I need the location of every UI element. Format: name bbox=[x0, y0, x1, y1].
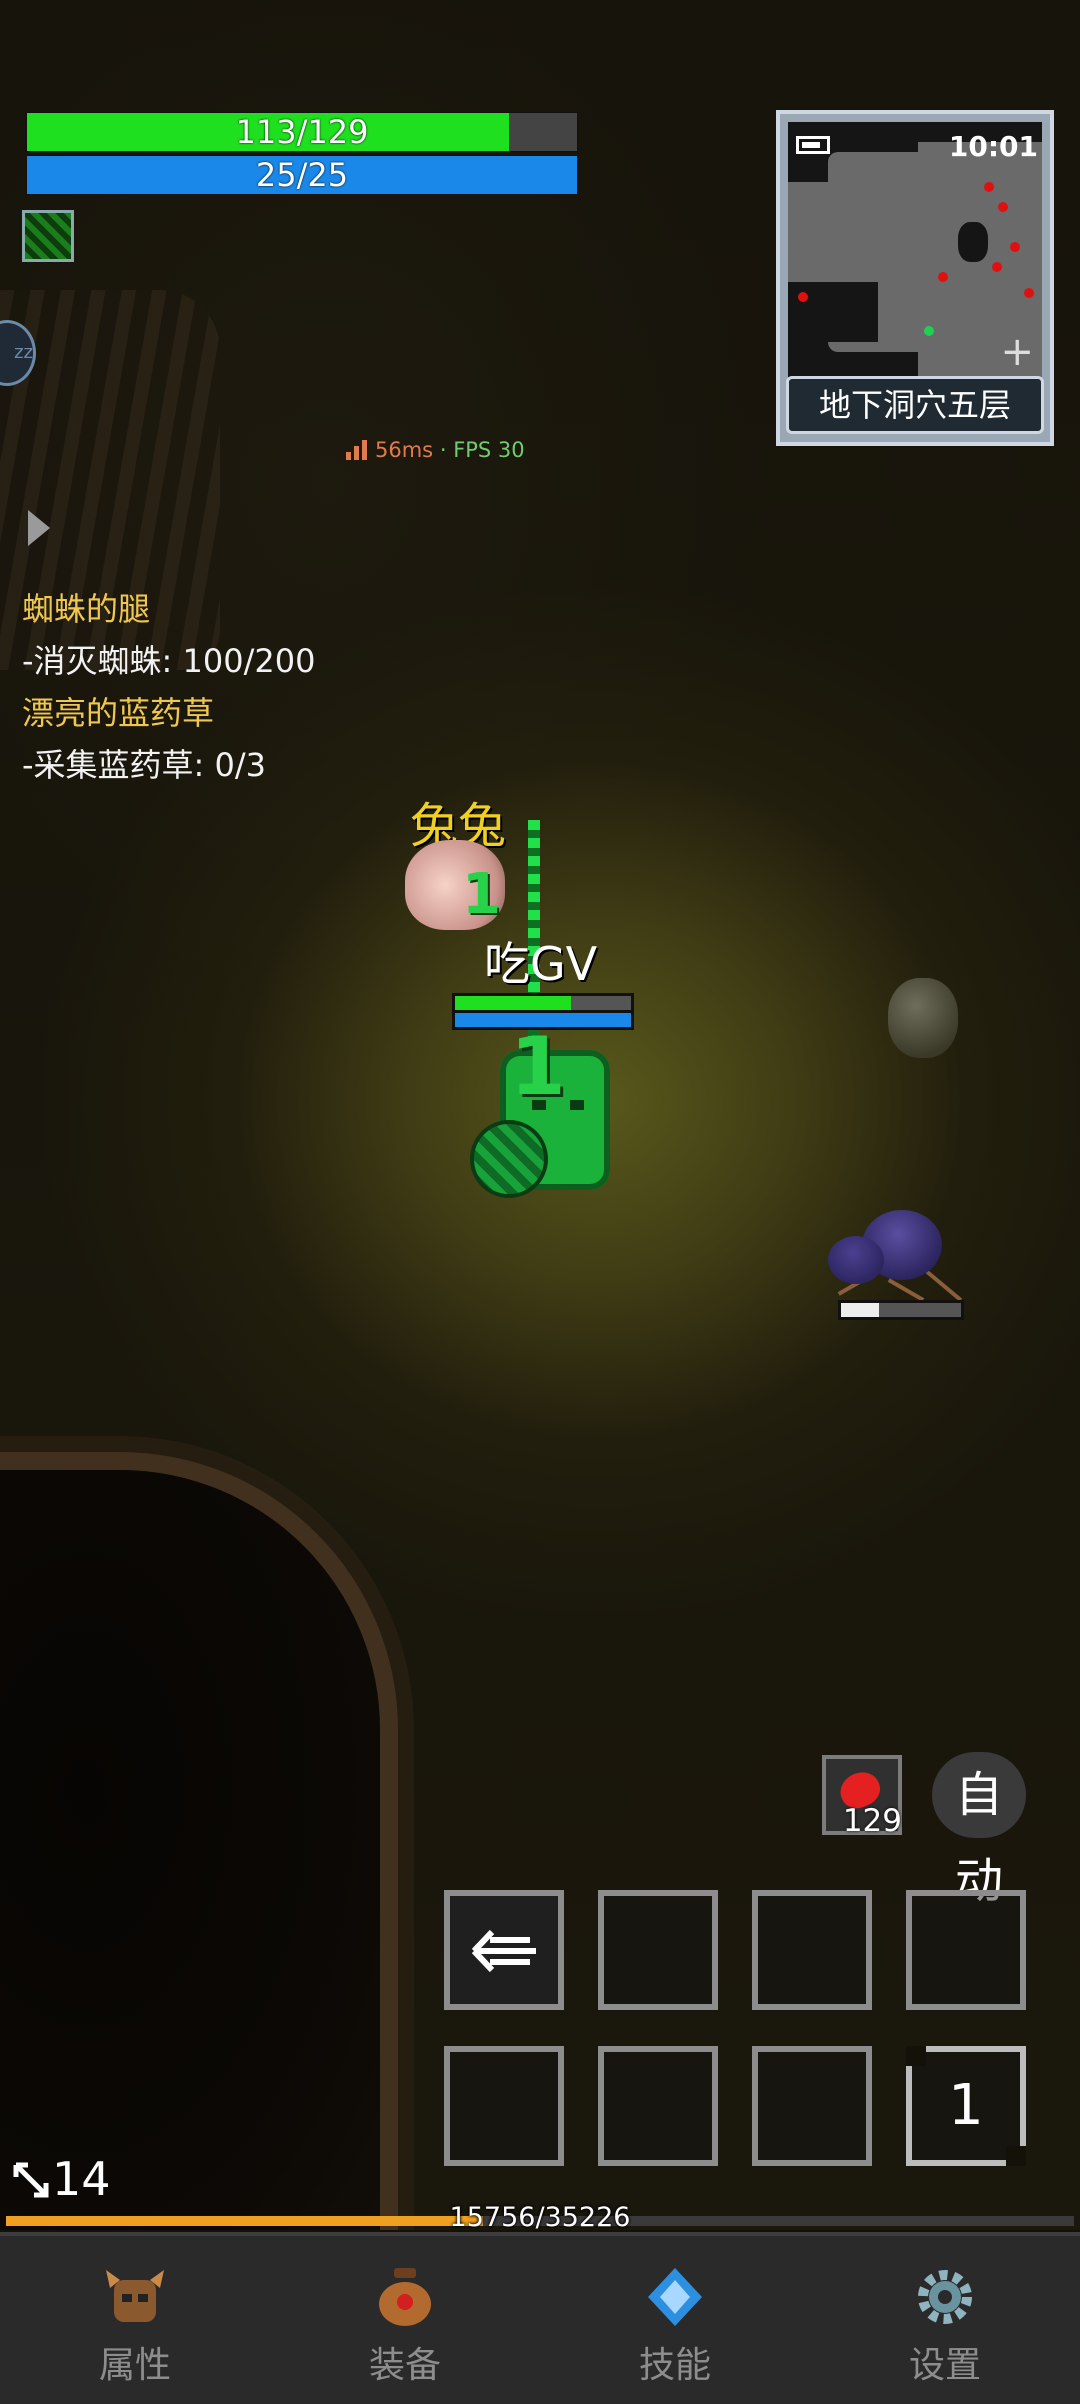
auto-button[interactable]: 自动 bbox=[932, 1752, 1026, 1909]
fps-value: FPS 30 bbox=[453, 438, 525, 462]
skill-slot-3[interactable] bbox=[752, 1890, 872, 2010]
ping-value: 56ms bbox=[375, 438, 434, 462]
player-mp-bar: 25/25 bbox=[26, 155, 578, 195]
xp-text: 15756/35226 bbox=[449, 2202, 631, 2233]
skill-slot-7[interactable] bbox=[752, 2046, 872, 2166]
minimap-zoom-icon[interactable]: + bbox=[1000, 332, 1034, 372]
clock: 10:01 bbox=[948, 130, 1038, 163]
hero-name: 吃GV bbox=[484, 937, 598, 991]
minimap-player-dot bbox=[924, 326, 934, 336]
skill-slot-4[interactable] bbox=[906, 1890, 1026, 2010]
skill-gem-icon bbox=[648, 2268, 702, 2326]
skill-slot-1[interactable] bbox=[444, 1890, 564, 2010]
nav-attributes[interactable]: 属性 bbox=[0, 2236, 270, 2404]
level-arrow-icon bbox=[13, 2162, 49, 2198]
nav-settings-label: 设置 bbox=[908, 2345, 981, 2386]
player-hp-text: 113/129 bbox=[235, 113, 369, 151]
spider-hp-fill bbox=[841, 1303, 880, 1317]
hero-eye-right bbox=[570, 1100, 584, 1110]
minimap-floor bbox=[788, 282, 878, 342]
quest-title-2[interactable]: 漂亮的蓝药草 bbox=[22, 688, 214, 734]
spider-leg bbox=[925, 1270, 963, 1302]
minimap-floor bbox=[958, 222, 988, 262]
ping-separator: · bbox=[439, 438, 447, 462]
minimap-enemy-dot bbox=[998, 202, 1008, 212]
skill-page-number: 1 bbox=[948, 2073, 984, 2138]
quest-task-2: -采集蓝药草: 0/3 bbox=[22, 746, 267, 784]
spider-head bbox=[828, 1236, 884, 1284]
damage-number-small: 1 bbox=[462, 862, 501, 927]
signal-icon bbox=[346, 440, 367, 460]
minimap-enemy-dot bbox=[938, 272, 948, 282]
minimap-enemy-dot bbox=[1024, 288, 1034, 298]
nav-equipment[interactable]: 装备 bbox=[270, 2236, 540, 2404]
damage-number-large: 1 bbox=[510, 1020, 566, 1113]
helmet-icon bbox=[106, 2270, 164, 2322]
player-level: 14 bbox=[12, 2152, 111, 2206]
spider-enemy[interactable] bbox=[826, 1210, 966, 1305]
battery-icon bbox=[796, 136, 830, 154]
quest-title-1[interactable]: 蜘蛛的腿 bbox=[22, 584, 150, 630]
nav-equipment-label: 装备 bbox=[368, 2345, 441, 2386]
hero-shield bbox=[470, 1120, 548, 1198]
location-name: 地下洞穴五层 bbox=[786, 376, 1044, 434]
minimap-enemy-dot bbox=[992, 262, 1002, 272]
spider-leg bbox=[887, 1278, 925, 1302]
cave-pit bbox=[0, 1470, 380, 2230]
minimap[interactable]: 10:01 + 地下洞穴五层 bbox=[776, 110, 1054, 446]
arrow-skill-icon bbox=[471, 1929, 536, 1973]
hero-hp-fill bbox=[455, 996, 572, 1010]
minimap-enemy-dot bbox=[798, 292, 808, 302]
bottom-nav: 属性 装备 技能 设置 bbox=[0, 2232, 1080, 2404]
bag-icon bbox=[379, 2268, 431, 2326]
skill-slot-2[interactable] bbox=[598, 1890, 718, 2010]
nav-skills[interactable]: 技能 bbox=[540, 2236, 810, 2404]
spider-hp-bar bbox=[838, 1300, 964, 1320]
skill-page-button[interactable]: 1 bbox=[906, 2046, 1026, 2166]
quest-task-1: -消灭蜘蛛: 100/200 bbox=[22, 642, 316, 680]
gear-icon bbox=[918, 2270, 972, 2324]
player-level-value: 14 bbox=[52, 2152, 111, 2206]
nav-skills-label: 技能 bbox=[638, 2345, 711, 2386]
player-mp-text: 25/25 bbox=[255, 156, 349, 194]
player-hp-bar: 113/129 bbox=[26, 112, 578, 152]
nav-settings[interactable]: 设置 bbox=[810, 2236, 1080, 2404]
skill-slot-6[interactable] bbox=[598, 2046, 718, 2166]
network-status: 56ms · FPS 30 bbox=[345, 438, 525, 462]
minimap-enemy-dot bbox=[984, 182, 994, 192]
skill-slot-5[interactable] bbox=[444, 2046, 564, 2166]
potion-button[interactable]: 129 bbox=[822, 1755, 902, 1839]
buff-icon[interactable] bbox=[22, 210, 74, 262]
quest-collapse-icon[interactable] bbox=[28, 510, 50, 546]
potion-count: 129 bbox=[842, 1803, 902, 1839]
nav-attributes-label: 属性 bbox=[98, 2345, 171, 2386]
minimap-enemy-dot bbox=[1010, 242, 1020, 252]
boulder bbox=[888, 978, 958, 1058]
